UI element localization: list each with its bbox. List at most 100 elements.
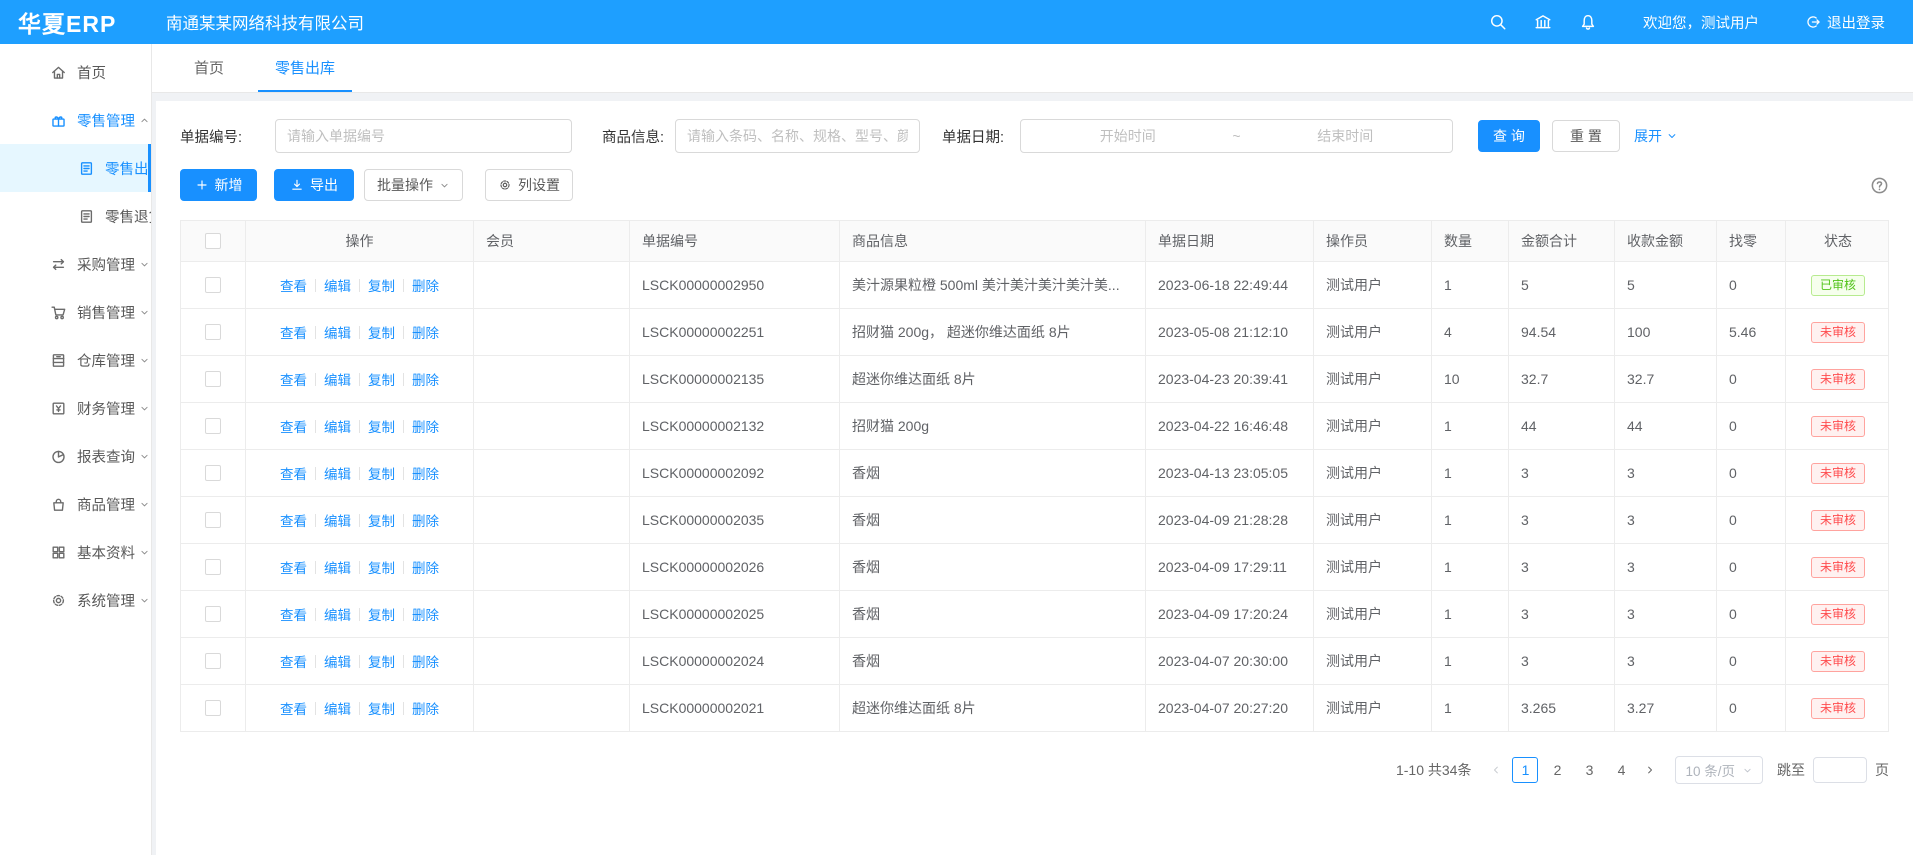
help-icon[interactable] (1870, 176, 1889, 195)
action-edit-link[interactable]: 编辑 (324, 322, 351, 342)
cell-bill-no: LSCK00000002092 (630, 450, 840, 496)
row-checkbox[interactable] (205, 700, 221, 716)
sidebar-item-home[interactable]: 首页 (0, 48, 151, 96)
page-2-button[interactable]: 2 (1544, 757, 1570, 783)
action-edit-link[interactable]: 编辑 (324, 416, 351, 436)
action-edit-link[interactable]: 编辑 (324, 651, 351, 671)
action-view-link[interactable]: 查看 (280, 369, 307, 389)
page-4-button[interactable]: 4 (1608, 757, 1634, 783)
expand-link[interactable]: 展开 (1634, 126, 1678, 146)
sidebar-item-retail-outbound[interactable]: 零售出库 (0, 144, 151, 192)
sidebar-item-purchase[interactable]: 采购管理 (0, 240, 151, 288)
platform-icon[interactable] (1534, 13, 1552, 31)
action-delete-link[interactable]: 删除 (412, 416, 439, 436)
cell-received: 32.7 (1615, 356, 1717, 402)
jump-page-input[interactable] (1813, 757, 1867, 783)
row-checkbox[interactable] (205, 559, 221, 575)
action-edit-link[interactable]: 编辑 (324, 604, 351, 624)
cell-qty: 1 (1432, 591, 1509, 637)
next-page-button[interactable] (1637, 764, 1663, 776)
action-delete-link[interactable]: 删除 (412, 698, 439, 718)
action-edit-link[interactable]: 编辑 (324, 275, 351, 295)
bell-icon[interactable] (1579, 13, 1597, 31)
action-view-link[interactable]: 查看 (280, 463, 307, 483)
row-checkbox[interactable] (205, 512, 221, 528)
add-button[interactable]: 新增 (180, 169, 257, 201)
action-delete-link[interactable]: 删除 (412, 275, 439, 295)
action-delete-link[interactable]: 删除 (412, 651, 439, 671)
sidebar-item-system[interactable]: 系统管理 (0, 576, 151, 624)
start-date-input[interactable] (1029, 128, 1226, 144)
action-copy-link[interactable]: 复制 (368, 369, 395, 389)
row-checkbox[interactable] (205, 465, 221, 481)
action-view-link[interactable]: 查看 (280, 698, 307, 718)
action-delete-link[interactable]: 删除 (412, 322, 439, 342)
row-checkbox[interactable] (205, 371, 221, 387)
sidebar-item-retail-return[interactable]: 零售退货 (0, 192, 151, 240)
action-copy-link[interactable]: 复制 (368, 322, 395, 342)
row-checkbox[interactable] (205, 277, 221, 293)
page-size-value: 10 条/页 (1685, 760, 1735, 780)
select-all-checkbox[interactable] (205, 233, 221, 249)
action-view-link[interactable]: 查看 (280, 275, 307, 295)
action-delete-link[interactable]: 删除 (412, 463, 439, 483)
action-delete-link[interactable]: 删除 (412, 510, 439, 530)
end-date-input[interactable] (1247, 128, 1444, 144)
action-edit-link[interactable]: 编辑 (324, 463, 351, 483)
cell-qty: 10 (1432, 356, 1509, 402)
sidebar-item-goods[interactable]: 商品管理 (0, 480, 151, 528)
page-size-select[interactable]: 10 条/页 (1675, 756, 1763, 784)
export-button[interactable]: 导出 (274, 169, 354, 201)
prev-page-button[interactable] (1483, 764, 1509, 776)
action-copy-link[interactable]: 复制 (368, 510, 395, 530)
page-1-button[interactable]: 1 (1512, 757, 1538, 783)
reset-button[interactable]: 重 置 (1552, 120, 1620, 152)
date-range-picker[interactable]: ~ (1020, 119, 1453, 153)
action-edit-link[interactable]: 编辑 (324, 557, 351, 577)
action-copy-link[interactable]: 复制 (368, 698, 395, 718)
product-info-input[interactable] (675, 119, 920, 153)
action-edit-link[interactable]: 编辑 (324, 369, 351, 389)
action-copy-link[interactable]: 复制 (368, 463, 395, 483)
sidebar-item-base-data[interactable]: 基本资料 (0, 528, 151, 576)
row-checkbox[interactable] (205, 418, 221, 434)
row-checkbox[interactable] (205, 653, 221, 669)
row-checkbox[interactable] (205, 606, 221, 622)
column-settings-button[interactable]: 列设置 (485, 169, 573, 201)
action-view-link[interactable]: 查看 (280, 557, 307, 577)
row-actions: 查看编辑复制删除 (246, 638, 474, 684)
sidebar-item-warehouse[interactable]: 仓库管理 (0, 336, 151, 384)
action-copy-link[interactable]: 复制 (368, 275, 395, 295)
sidebar-item-finance[interactable]: 财务管理 (0, 384, 151, 432)
action-delete-link[interactable]: 删除 (412, 604, 439, 624)
tab-retail-outbound[interactable]: 零售出库 (258, 44, 352, 92)
sidebar-item-retail[interactable]: 零售管理 (0, 96, 151, 144)
sidebar-item-report[interactable]: 报表查询 (0, 432, 151, 480)
logout-button[interactable]: 退出登录 (1805, 12, 1885, 33)
action-copy-link[interactable]: 复制 (368, 651, 395, 671)
action-view-link[interactable]: 查看 (280, 416, 307, 436)
action-view-link[interactable]: 查看 (280, 604, 307, 624)
action-edit-link[interactable]: 编辑 (324, 510, 351, 530)
cell-qty: 4 (1432, 309, 1509, 355)
action-delete-link[interactable]: 删除 (412, 369, 439, 389)
status-badge: 未审核 (1811, 651, 1865, 672)
tab-home[interactable]: 首页 (177, 44, 241, 92)
action-view-link[interactable]: 查看 (280, 322, 307, 342)
action-edit-link[interactable]: 编辑 (324, 698, 351, 718)
action-delete-link[interactable]: 删除 (412, 557, 439, 577)
action-copy-link[interactable]: 复制 (368, 604, 395, 624)
cell-product: 香烟 (840, 638, 1146, 684)
row-checkbox[interactable] (205, 324, 221, 340)
chevron-down-icon (139, 547, 150, 558)
bill-no-input[interactable] (275, 119, 572, 153)
batch-ops-button[interactable]: 批量操作 (364, 169, 463, 201)
action-view-link[interactable]: 查看 (280, 510, 307, 530)
search-icon[interactable] (1489, 13, 1507, 31)
action-view-link[interactable]: 查看 (280, 651, 307, 671)
page-3-button[interactable]: 3 (1576, 757, 1602, 783)
action-copy-link[interactable]: 复制 (368, 557, 395, 577)
action-copy-link[interactable]: 复制 (368, 416, 395, 436)
sidebar-item-sale[interactable]: 销售管理 (0, 288, 151, 336)
search-button[interactable]: 查 询 (1478, 120, 1540, 152)
